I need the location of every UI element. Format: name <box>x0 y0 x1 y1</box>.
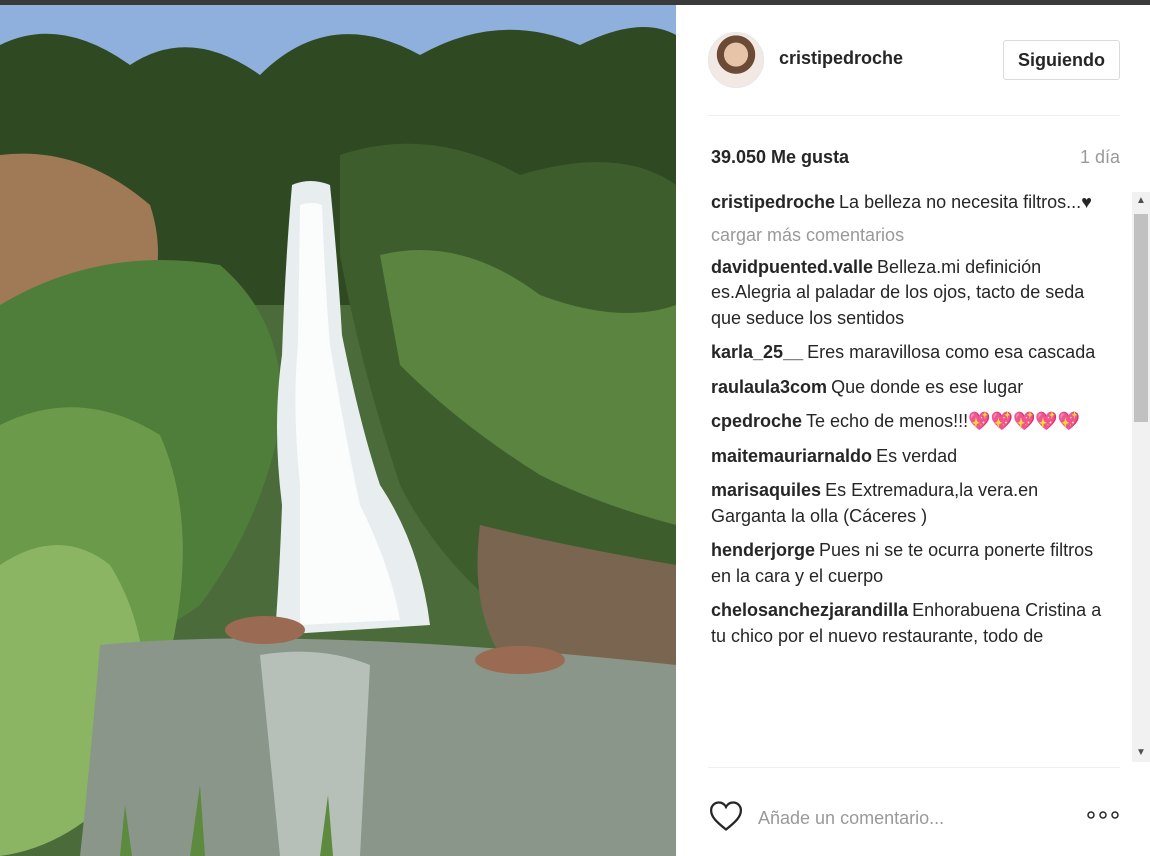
add-comment-input[interactable] <box>758 806 1018 830</box>
avatar[interactable] <box>708 32 764 88</box>
scroll-up-arrow-icon[interactable]: ▲ <box>1132 192 1150 210</box>
comments-list: cristipedroche La belleza no necesita fil… <box>711 190 1133 762</box>
post-header: cristipedroche Siguiendo <box>676 5 1150 115</box>
post-footer <box>676 768 1150 856</box>
list-item: cpedroche Te echo de menos!!!💖💖💖💖💖 <box>711 409 1103 435</box>
comment-username[interactable]: henderjorge <box>711 540 815 560</box>
comment-username[interactable]: cpedroche <box>711 411 802 431</box>
post-side-panel: cristipedroche Siguiendo 39.050 Me gusta… <box>676 5 1150 856</box>
comment-text: Que donde es ese lugar <box>831 376 1024 397</box>
comment-username[interactable]: karla_25__ <box>711 342 803 362</box>
heart-emoji: ♥ <box>1081 192 1092 212</box>
list-item: karla_25__ Eres maravillosa como esa casc… <box>711 340 1103 366</box>
scrollbar-thumb[interactable] <box>1134 214 1148 422</box>
caption-text: La belleza no necesita filtros... <box>839 192 1082 212</box>
list-item: maitemauriarnaldo Es verdad <box>711 444 1103 470</box>
caption-username[interactable]: cristipedroche <box>711 192 835 212</box>
comment-text: Eres maravillosa como esa cascada <box>807 342 1096 362</box>
comments-scrollbar[interactable]: ▲ ▼ <box>1132 192 1150 762</box>
list-item: marisaquiles Es Extremadura,la vera.en Ga… <box>711 478 1103 529</box>
load-more-comments-link[interactable]: cargar más comentarios <box>711 225 1133 246</box>
comment-username[interactable]: raulaula3com <box>711 377 827 397</box>
scroll-down-arrow-icon[interactable]: ▼ <box>1132 744 1150 762</box>
heart-outline-icon[interactable] <box>709 800 743 832</box>
more-dots-icon[interactable] <box>1085 808 1121 822</box>
caption: cristipedroche La belleza no necesita fil… <box>711 190 1103 216</box>
following-button[interactable]: Siguiendo <box>1003 40 1120 80</box>
comment-username[interactable]: maitemauriarnaldo <box>711 446 872 466</box>
header-divider <box>708 115 1120 116</box>
list-item: henderjorge Pues ni se te ocurra ponerte … <box>711 538 1103 589</box>
post-username[interactable]: cristipedroche <box>779 48 903 69</box>
post-time[interactable]: 1 día <box>1080 147 1120 168</box>
likes-count[interactable]: 39.050 Me gusta <box>711 147 849 168</box>
comment-text: Es verdad <box>876 445 958 466</box>
comment-username[interactable]: davidpuented.valle <box>711 257 873 277</box>
comment-username[interactable]: marisaquiles <box>711 480 821 500</box>
comment-text: Te echo de menos!!! <box>806 411 969 431</box>
waterfall-image <box>0 5 676 856</box>
post-photo-waterfall[interactable] <box>0 5 676 856</box>
comment-username[interactable]: chelosanchezjarandilla <box>711 600 908 620</box>
list-item: raulaula3com Que donde es ese lugar <box>711 375 1103 401</box>
sparkling-heart-emoji: 💖💖💖💖💖 <box>968 411 1081 431</box>
list-item: davidpuented.valle Belleza.mi definición … <box>711 255 1103 332</box>
list-item: chelosanchezjarandilla Enhorabuena Cristi… <box>711 598 1103 649</box>
